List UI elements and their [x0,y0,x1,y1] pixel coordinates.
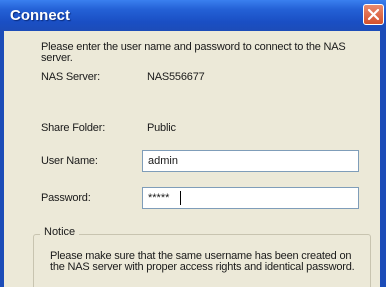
user-name-label: User Name: [41,155,98,167]
window-frame-right [380,31,386,287]
share-folder-value: Public [147,122,176,134]
close-button[interactable] [363,4,384,25]
notice-title: Notice [40,226,80,238]
share-folder-label: Share Folder: [41,122,106,134]
intro-text: Please enter the user name and password … [41,41,346,64]
window-frame-left [0,31,4,287]
text-caret [180,191,181,205]
nas-server-value: NAS556677 [147,71,205,83]
password-value: ***** [148,192,170,204]
nas-server-label: NAS Server: [41,71,100,83]
password-field[interactable]: ***** [142,187,359,209]
window-title: Connect [10,7,70,24]
title-bar[interactable]: Connect [0,0,386,31]
connect-dialog: Connect Please enter the user name and p… [0,0,386,287]
notice-text: Please make sure that the same username … [50,250,355,273]
user-name-field[interactable]: admin [142,150,359,172]
close-icon [367,8,380,21]
user-name-value: admin [148,155,178,167]
password-label: Password: [41,192,91,204]
